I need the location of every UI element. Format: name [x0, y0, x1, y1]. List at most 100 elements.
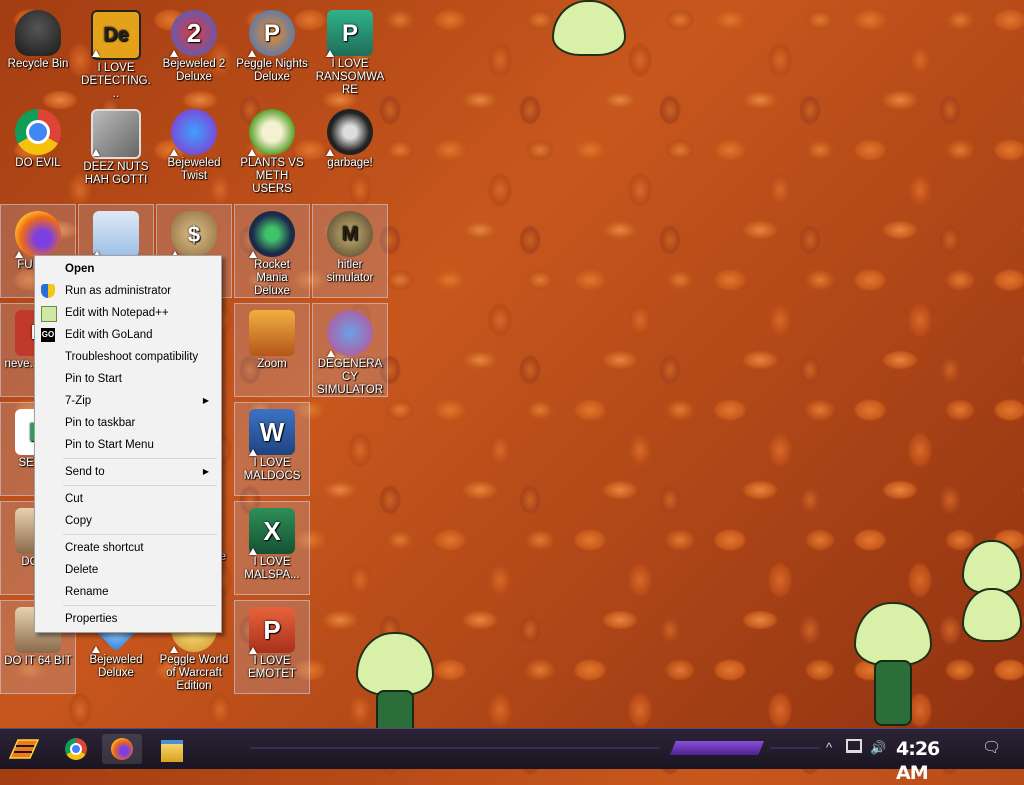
icon-label: Recycle Bin: [7, 58, 69, 70]
menu-item-label: Troubleshoot compatibility: [65, 351, 199, 363]
menu-item-delete[interactable]: Delete: [35, 560, 221, 580]
desktop-icon-maldocs[interactable]: W I LOVE MALDOCS: [234, 402, 310, 496]
icon-label: I LOVE MALSPA...: [244, 556, 300, 581]
peridot-sprite-edge-1: [962, 540, 1022, 594]
menu-item-open[interactable]: Open: [35, 259, 221, 279]
shortcut-arrow-icon: [249, 647, 257, 654]
volume-icon[interactable]: 🔊: [870, 739, 886, 757]
menu-item-run-as-admin[interactable]: Run as administrator: [35, 281, 221, 301]
shortcut-arrow-icon: [249, 449, 257, 456]
taskbar-accent-bar: [770, 747, 820, 749]
taskbar-firefox[interactable]: [102, 734, 142, 764]
network-icon[interactable]: [846, 739, 862, 757]
desktop-icon-plants-vs[interactable]: PLANTS VS METH USERS: [234, 103, 310, 197]
peridot-sprite-bottom-right: [854, 602, 932, 726]
menu-item-send-to[interactable]: Send to ▶: [35, 462, 221, 482]
menu-item-pin-to-start-menu[interactable]: Pin to Start Menu: [35, 435, 221, 455]
shortcut-arrow-icon: [249, 548, 257, 555]
menu-item-pin-to-taskbar[interactable]: Pin to taskbar: [35, 413, 221, 433]
desktop-icon-recycle-bin[interactable]: Recycle Bin: [0, 4, 76, 98]
start-button[interactable]: [4, 734, 44, 764]
taskbar-chrome[interactable]: [56, 734, 96, 764]
desktop-icon-zoom[interactable]: Zoom: [234, 303, 310, 397]
menu-item-edit-notepad[interactable]: Edit with Notepad++: [35, 303, 221, 323]
firefox-icon: [111, 738, 133, 760]
shortcut-arrow-icon: [170, 149, 178, 156]
menu-item-label: Pin to Start: [65, 373, 122, 385]
desktop-icon-emotet[interactable]: P I LOVE EMOTET: [234, 600, 310, 694]
shortcut-arrow-icon: [326, 149, 334, 156]
menu-separator: [63, 605, 217, 606]
chrome-icon: [65, 738, 87, 760]
taskbar-accent-bar: [670, 741, 764, 755]
context-menu: Open Run as administrator Edit with Note…: [34, 255, 222, 633]
icon-label: DEEZ NUTS HAH GOTTI: [83, 161, 149, 186]
notification-icon[interactable]: 🗨: [982, 739, 1001, 757]
shortcut-arrow-icon: [92, 50, 100, 57]
zoom-icon: [249, 310, 295, 356]
desktop-icon-malspam[interactable]: X I LOVE MALSPA...: [234, 501, 310, 595]
shortcut-arrow-icon: [326, 50, 334, 57]
menu-item-label: Edit with GoLand: [65, 329, 153, 341]
file-explorer-icon: [161, 740, 183, 762]
shortcut-arrow-icon: [92, 149, 100, 156]
desktop-icon-bejeweled-twist[interactable]: Bejeweled Twist: [156, 103, 232, 197]
shortcut-arrow-icon: [170, 50, 178, 57]
menu-item-edit-goland[interactable]: GO Edit with GoLand: [35, 325, 221, 345]
menu-item-cut[interactable]: Cut: [35, 489, 221, 509]
desktop-icon-do-evil[interactable]: DO EVIL: [0, 103, 76, 197]
desktop-icon-hitler-simulator[interactable]: M hitler simulator: [312, 204, 388, 298]
submenu-arrow-icon: ▶: [202, 396, 209, 405]
menu-item-copy[interactable]: Copy: [35, 511, 221, 531]
menu-item-create-shortcut[interactable]: Create shortcut: [35, 538, 221, 558]
icon-label: Bejeweled Deluxe: [89, 654, 143, 679]
desktop-icon-detecting[interactable]: De I LOVE DETECTING...: [78, 4, 154, 100]
menu-item-label: Rename: [65, 586, 109, 598]
menu-item-label: Run as administrator: [65, 285, 172, 297]
menu-item-label: Delete: [65, 564, 99, 576]
icon-label: Bejeweled 2 Deluxe: [162, 58, 226, 83]
submenu-arrow-icon: ▶: [202, 467, 209, 476]
taskbar-clock[interactable]: 4:26 AM: [896, 737, 968, 784]
menu-separator: [63, 485, 217, 486]
icon-label: PLANTS VS METH USERS: [240, 157, 304, 195]
hoi-icon: M: [327, 211, 373, 257]
icon-label: Peggle Nights Deluxe: [236, 58, 308, 83]
icon-label: I LOVE MALDOCS: [243, 457, 301, 482]
shortcut-arrow-icon: [249, 251, 257, 258]
desktop-icon-bejeweled-2[interactable]: 2 Bejeweled 2 Deluxe: [156, 4, 232, 98]
desktop-icon-rocket-mania[interactable]: Rocket Mania Deluxe: [234, 204, 310, 298]
desktop-icon-peggle-nights[interactable]: P Peggle Nights Deluxe: [234, 4, 310, 98]
menu-item-label: Cut: [65, 493, 83, 505]
menu-item-label: Edit with Notepad++: [65, 307, 169, 319]
taskbar: ^ 🔊 4:26 AM 🗨: [0, 728, 1024, 784]
icon-label: DEGENERACY SIMULATOR: [316, 358, 384, 396]
tray-overflow-chevron[interactable]: ^: [826, 739, 832, 757]
shortcut-arrow-icon: [15, 251, 23, 258]
menu-item-7zip[interactable]: 7-Zip ▶: [35, 391, 221, 411]
icon-label: I LOVE DETECTING...: [81, 62, 151, 100]
menu-item-troubleshoot[interactable]: Troubleshoot compatibility: [35, 347, 221, 367]
desktop-icon-degeneracy[interactable]: DEGENERACY SIMULATOR: [312, 303, 388, 397]
icon-label: Peggle World of Warcraft Edition: [159, 654, 229, 692]
menu-item-rename[interactable]: Rename: [35, 582, 221, 602]
icon-label: garbage!: [327, 157, 373, 169]
menu-item-pin-to-start[interactable]: Pin to Start: [35, 369, 221, 389]
desktop-icon-deez-nuts[interactable]: DEEZ NUTS HAH GOTTI: [78, 103, 154, 197]
shield-icon: [41, 284, 55, 298]
notepad-icon: [41, 306, 57, 322]
taskbar-accent-bar: [250, 747, 660, 749]
peridot-sprite-top: [552, 0, 626, 56]
menu-item-label: Properties: [65, 613, 118, 625]
shortcut-arrow-icon: [327, 350, 335, 357]
desktop-icon-garbage[interactable]: garbage!: [312, 103, 388, 197]
menu-item-label: 7-Zip: [65, 395, 92, 407]
desktop-icon-ransomware[interactable]: P I LOVE RANSOMWARE: [312, 4, 388, 98]
menu-item-label: Pin to Start Menu: [65, 439, 154, 451]
icon-label: DO IT 64 BIT: [4, 655, 72, 667]
start-logo-icon: [8, 739, 40, 759]
taskbar-file-explorer[interactable]: [152, 734, 192, 764]
chrome-icon: [15, 109, 61, 155]
menu-separator: [63, 458, 217, 459]
menu-item-properties[interactable]: Properties: [35, 609, 221, 629]
